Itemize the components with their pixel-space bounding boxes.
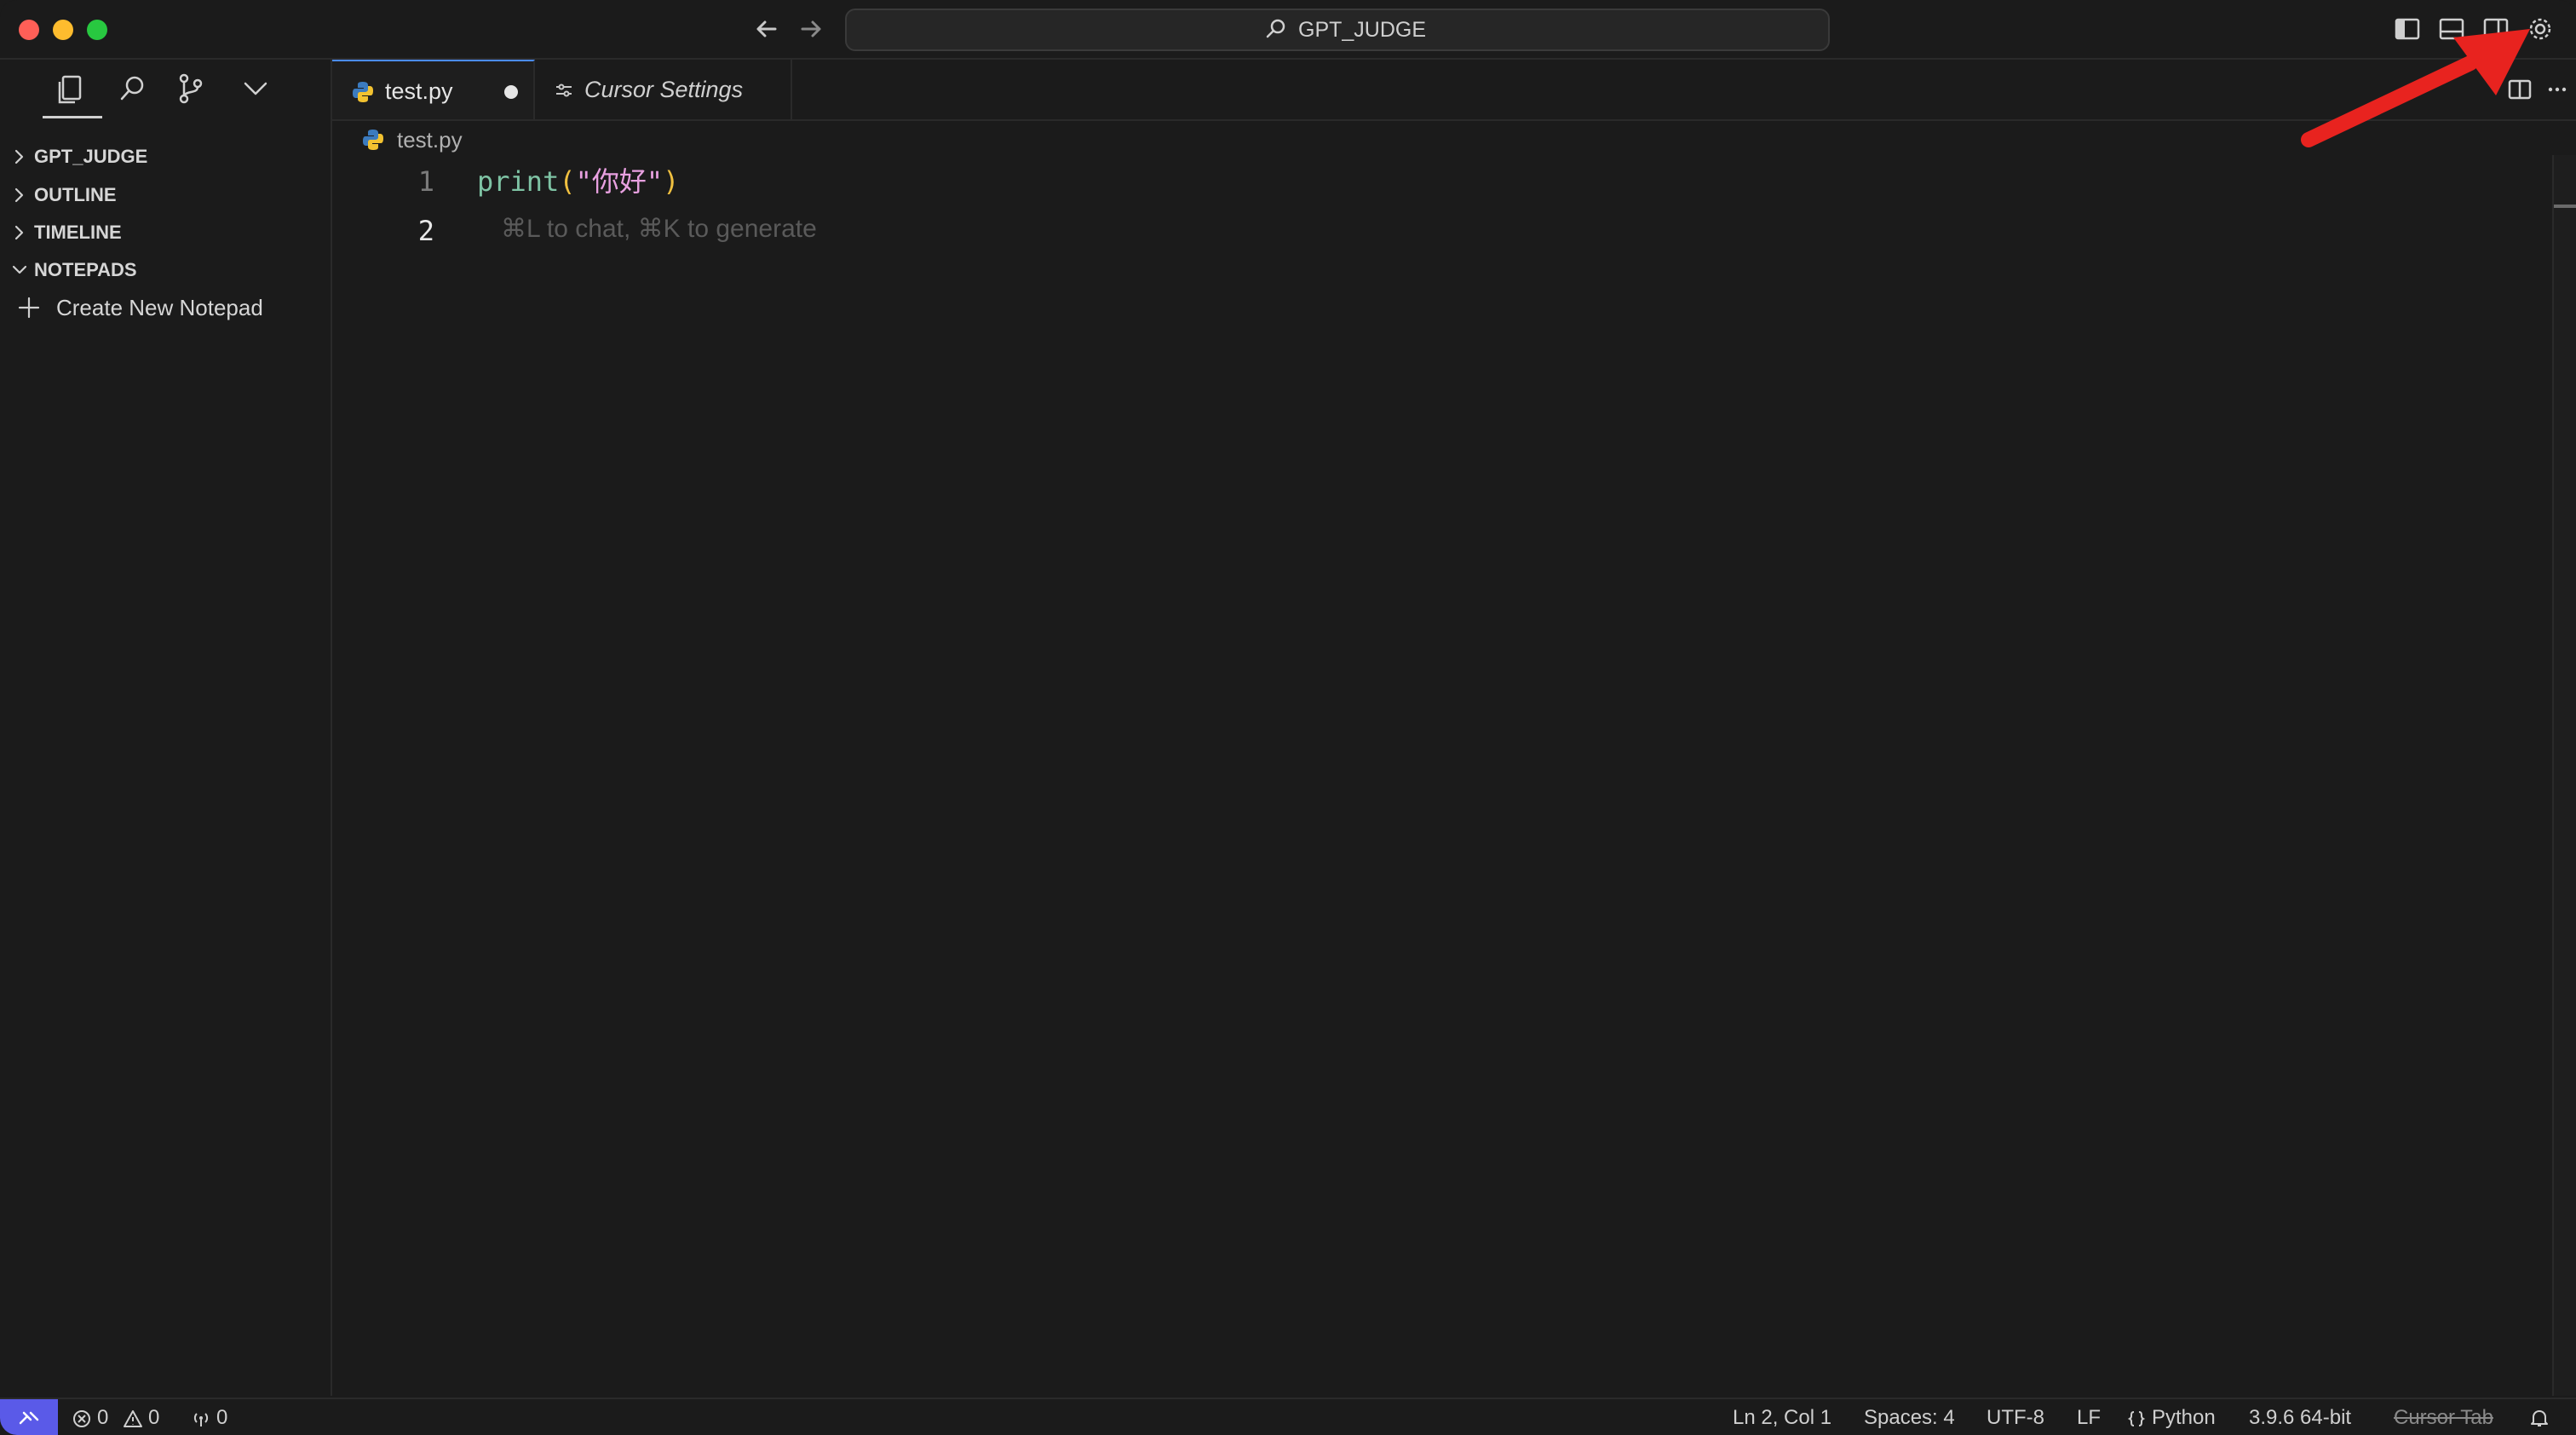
chevron-down-icon (12, 265, 27, 274)
command-center-search[interactable]: GPT_JUDGE (845, 9, 1830, 51)
search-text: GPT_JUDGE (1298, 18, 1427, 42)
tab-cursor-settings[interactable]: Cursor Settings (537, 60, 792, 119)
minimize-window-button[interactable] (53, 20, 73, 40)
section-notepads[interactable]: NOTEPADS (0, 251, 331, 289)
more-actions-icon[interactable] (2544, 76, 2571, 103)
section-gpt-judge[interactable]: GPT_JUDGE (0, 138, 331, 176)
ports-indicator[interactable]: 0 (191, 1399, 227, 1435)
python-icon (363, 130, 383, 150)
split-editor-icon[interactable] (2506, 76, 2533, 103)
source-control-icon[interactable] (172, 70, 210, 107)
section-label: TIMELINE (34, 222, 122, 243)
line-number: 2 (417, 215, 434, 247)
tab-label: Cursor Settings (584, 77, 744, 102)
create-new-notepad-label: Create New Notepad (56, 295, 263, 320)
search-icon (1266, 19, 1285, 38)
remote-icon (19, 1411, 39, 1425)
chevron-right-icon (14, 187, 24, 203)
line-number: 1 (417, 165, 434, 198)
code-line-1[interactable]: print("你好") (477, 160, 679, 203)
section-label: GPT_JUDGE (34, 146, 148, 167)
toggle-secondary-sidebar-icon[interactable] (2482, 15, 2510, 43)
code-editor[interactable]: 1 2 print("你好") ⌘L to chat, ⌘K to genera… (332, 160, 2547, 1396)
language-mode[interactable]: Python (2126, 1399, 2216, 1435)
python-interpreter[interactable]: 3.9.6 64-bit (2249, 1399, 2351, 1435)
settings-sliders-icon (556, 84, 572, 97)
ghost-hint-text: ⌘L to chat, ⌘K to generate (501, 215, 817, 243)
active-view-indicator (43, 116, 102, 118)
create-new-notepad-button[interactable]: Create New Notepad (0, 288, 331, 327)
python-icon (353, 82, 373, 102)
notifications-bell-icon[interactable] (2528, 1407, 2550, 1429)
warning-icon (124, 1409, 143, 1427)
chevron-right-icon (14, 149, 24, 164)
cursor-tab-status[interactable]: Cursor Tab (2394, 1399, 2493, 1435)
code-paren-token: ( (559, 165, 576, 198)
tab-test-py[interactable]: test.py (332, 60, 535, 119)
close-window-button[interactable] (19, 20, 39, 40)
code-paren-token: ) (663, 165, 680, 198)
braces-icon (2127, 1410, 2146, 1426)
chevron-down-icon[interactable] (237, 70, 274, 107)
broadcast-icon (193, 1412, 209, 1426)
toggle-panel-icon[interactable] (2438, 15, 2465, 43)
title-bar: GPT_JUDGE (0, 0, 2576, 60)
error-count: 0 (97, 1406, 109, 1429)
chevron-right-icon (14, 225, 24, 240)
indentation[interactable]: Spaces: 4 (1864, 1399, 1955, 1435)
explorer-icon[interactable] (53, 70, 90, 107)
vertical-scrollbar[interactable] (2552, 155, 2576, 1396)
ports-count: 0 (216, 1406, 228, 1429)
code-function-token: print (477, 165, 560, 198)
unsaved-dot-icon[interactable] (504, 85, 518, 99)
forward-arrow-icon[interactable] (794, 12, 828, 46)
section-timeline[interactable]: TIMELINE (0, 214, 331, 251)
toggle-primary-sidebar-icon[interactable] (2394, 15, 2421, 43)
section-label: NOTEPADS (34, 259, 137, 280)
maximize-window-button[interactable] (87, 20, 107, 40)
remote-indicator[interactable] (0, 1399, 58, 1435)
language-label: Python (2152, 1406, 2216, 1429)
warning-count: 0 (148, 1406, 160, 1429)
settings-gear-icon[interactable] (2527, 15, 2554, 43)
problems-indicator[interactable]: 0 0 (72, 1399, 159, 1435)
breadcrumb-file: test.py (397, 127, 463, 153)
end-of-line[interactable]: LF (2077, 1399, 2101, 1435)
encoding[interactable]: UTF-8 (1987, 1399, 2044, 1435)
sidebar: GPT_JUDGE OUTLINE TIMELINE NOTEPADS Crea… (0, 60, 332, 1396)
section-outline[interactable]: OUTLINE (0, 176, 331, 214)
cursor-position[interactable]: Ln 2, Col 1 (1733, 1399, 1831, 1435)
editor-tab-bar: test.py Cursor Settings (332, 60, 2576, 121)
status-bar: 0 0 0 Ln 2, Col 1 Spaces: 4 UTF-8 LF Pyt… (0, 1398, 2576, 1435)
cursor-window: GPT_JUDGE GPT_JUDGE OUTLINE TIMELINE NOT… (0, 0, 2576, 1435)
scrollbar-cursor-marker (2554, 205, 2576, 208)
error-icon (73, 1409, 90, 1427)
section-label: OUTLINE (34, 184, 117, 205)
code-string-token: "你好" (575, 165, 664, 198)
tab-label: test.py (385, 78, 453, 104)
back-arrow-icon[interactable] (750, 12, 784, 46)
plus-icon (18, 297, 40, 319)
search-icon[interactable] (114, 70, 152, 107)
